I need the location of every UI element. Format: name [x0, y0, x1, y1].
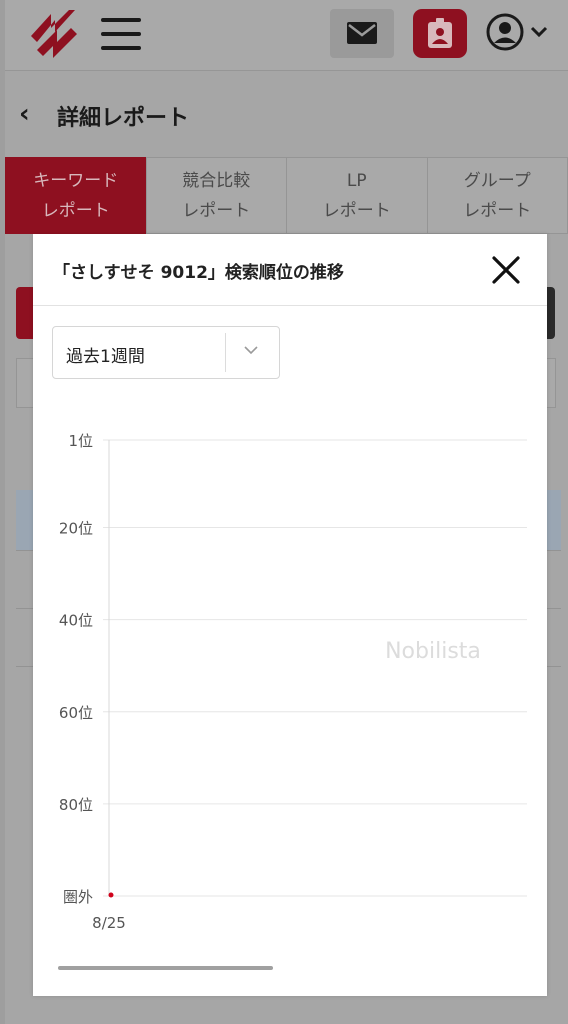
tab-label-line1: LP [346, 170, 367, 191]
modal-title: 「さしすせそ 9012」検索順位の推移 [53, 263, 344, 283]
background-table-row [545, 490, 561, 551]
tab-lp-report[interactable]: LP レポート [286, 157, 427, 234]
period-selected-value: 過去1週間 [66, 347, 145, 367]
page-subheader: ‹ 詳細レポート [5, 71, 568, 157]
y-tick-label: 40位 [59, 612, 93, 630]
background-table-header [545, 436, 561, 491]
close-icon[interactable] [488, 252, 524, 288]
background-table-row [545, 608, 561, 667]
y-tick-label: 20位 [59, 520, 93, 538]
x-tick-label: 8/25 [92, 914, 126, 932]
mail-button[interactable] [330, 9, 394, 58]
hamburger-menu-icon[interactable] [101, 18, 141, 52]
tab-keyword-report[interactable]: キーワード レポート [5, 157, 146, 234]
chevron-down-icon [530, 26, 548, 38]
tab-label-line2: レポート [322, 200, 391, 221]
background-table-row [545, 550, 561, 609]
tab-group-report[interactable]: グループ レポート [426, 157, 568, 234]
brand-logo-icon[interactable] [25, 6, 81, 62]
chart-watermark: Nobilista [385, 639, 481, 664]
tab-label-line1: 競合比較 [182, 170, 251, 191]
y-tick-label: 圏外 [63, 888, 93, 906]
back-arrow-icon[interactable]: ‹ [19, 99, 30, 129]
tab-label-line2: レポート [41, 200, 110, 221]
rank-chart: Nobilista 1位 20位 40位 60位 80位圏外 8/25 [33, 394, 547, 954]
y-tick-label: 60位 [59, 704, 93, 722]
tab-label-line1: キーワード [33, 170, 119, 191]
tab-label-line1: グループ [463, 170, 531, 191]
rank-chart-svg: Nobilista 1位 20位 40位 60位 80位圏外 8/25 [59, 432, 527, 932]
y-tick-label: 1位 [68, 432, 93, 450]
id-card-icon [428, 18, 452, 48]
chevron-down-icon [244, 346, 258, 355]
user-menu-button[interactable] [485, 12, 555, 54]
tab-label-line2: レポート [182, 200, 251, 221]
top-navbar [5, 0, 568, 71]
rank-history-modal: 「さしすせそ 9012」検索順位の推移 過去1週間 Nobilista 1位 20位… [33, 234, 547, 996]
modal-header: 「さしすせそ 9012」検索順位の推移 [33, 234, 547, 306]
chart-horizontal-scrollbar[interactable] [58, 966, 273, 970]
y-tick-label: 80位 [59, 796, 93, 814]
tab-competitor-report[interactable]: 競合比較 レポート [145, 157, 286, 234]
select-divider [225, 333, 226, 372]
period-select[interactable]: 過去1週間 [52, 326, 280, 379]
page-title: 詳細レポート [57, 106, 190, 131]
user-circle-icon [486, 13, 524, 51]
profile-card-button[interactable] [413, 9, 467, 58]
data-point [108, 892, 114, 898]
report-tabs: キーワード レポート 競合比較 レポート LP レポート グループ レポート [5, 157, 568, 234]
tab-label-line2: レポート [463, 200, 532, 221]
mail-icon [347, 22, 377, 44]
